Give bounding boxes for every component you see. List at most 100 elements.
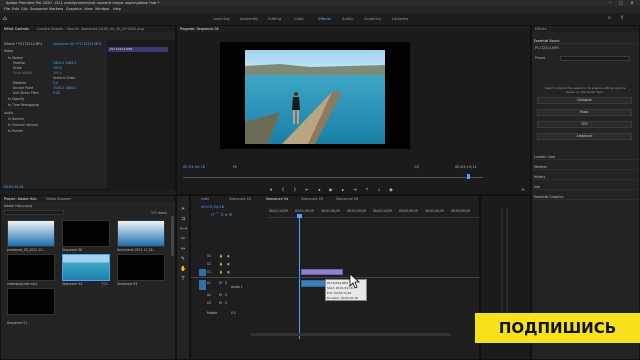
lumetri-color-row[interactable]: Lumetri Color — [533, 154, 638, 160]
prop-volume[interactable]: fx Volume — [8, 117, 24, 121]
tab-sequence-05[interactable]: Sequence 05 — [301, 196, 323, 202]
prop-scale-width-value[interactable]: 100.0 — [53, 71, 62, 75]
program-video-frame[interactable] — [220, 42, 410, 149]
program-resolution[interactable]: 1/4 — [414, 165, 419, 169]
prop-anti-flicker-value[interactable]: 0.00 — [53, 91, 60, 95]
tab-sequence-04[interactable]: Sequence 04 — [266, 196, 288, 202]
essential-sound-title[interactable]: Essential Sound — [533, 38, 638, 44]
track-v3[interactable]: V3 🔒 ◉ — [191, 253, 285, 260]
menu-view[interactable]: View — [84, 6, 93, 13]
mark-in-icon[interactable]: { — [280, 187, 286, 193]
workspace-learning[interactable]: Learning — [213, 16, 229, 22]
track-select-tool-icon[interactable]: ⇉ — [180, 216, 186, 222]
share-icon[interactable]: ⇪ — [620, 15, 624, 21]
effect-timeline-area[interactable] — [107, 40, 175, 190]
program-timecode-current[interactable]: 00;03;34;16 — [183, 165, 205, 169]
track-v1-eye-icon[interactable]: ◉ — [227, 270, 230, 274]
track-v2-lock-icon[interactable]: 🔒 — [219, 262, 223, 266]
menu-markers[interactable]: Markers — [49, 6, 63, 13]
menu-help[interactable]: Help — [113, 6, 121, 13]
project-thumb-2[interactable] — [117, 220, 165, 247]
subscribe-banner[interactable]: ПОДПИШИСЬ — [475, 313, 640, 343]
track-a1-target[interactable] — [199, 280, 206, 290]
pen-tool-icon[interactable]: ✎ — [180, 256, 186, 262]
ripple-edit-tool-icon[interactable]: ⟷ — [180, 226, 187, 232]
tab-sequence-06[interactable]: Sequence 06 — [336, 196, 358, 202]
tab-media-browser[interactable]: Media Browser — [46, 196, 71, 202]
project-thumb-1[interactable] — [62, 220, 110, 247]
timeline-horizontal-scrollbar[interactable] — [251, 333, 451, 336]
project-thumb-4[interactable] — [7, 254, 55, 281]
music-button[interactable]: Music — [537, 109, 632, 116]
menu-clip[interactable]: Clip — [21, 6, 28, 13]
prop-opacity[interactable]: fx Opacity — [8, 97, 24, 101]
home-icon[interactable]: ⌂ — [3, 15, 7, 22]
video-clip-v1[interactable] — [301, 269, 343, 275]
track-v1-target[interactable] — [199, 269, 206, 276]
track-a2-mute-icon[interactable]: M — [219, 293, 222, 297]
program-scrub-bar[interactable] — [183, 177, 483, 178]
track-a2[interactable]: A2 M S — [191, 292, 285, 299]
prop-scale-value[interactable]: 100.0 — [53, 66, 62, 70]
button-editor-icon[interactable]: + — [520, 187, 526, 193]
export-frame-icon[interactable]: ◉ — [388, 187, 394, 193]
workspace-assembly[interactable]: Assembly — [240, 16, 258, 22]
tab-effect-controls[interactable]: Effect Controls — [4, 26, 29, 32]
uniform-scale-checkbox[interactable]: Uniform Scale — [53, 76, 75, 80]
project-thumb-5[interactable] — [62, 254, 110, 281]
tab-project[interactable]: Project: Adobe Hub — [4, 196, 36, 202]
project-thumb-6[interactable] — [117, 254, 165, 281]
tab-ketki[interactable]: ketki — [201, 196, 209, 202]
prop-panner[interactable]: fx Panner — [8, 129, 23, 133]
track-a2-solo-icon[interactable]: S — [225, 293, 227, 297]
dialogue-button[interactable]: Dialogue — [537, 97, 632, 104]
menu-edit[interactable]: Edit — [12, 6, 19, 13]
tab-sequence-03[interactable]: Sequence 03 — [229, 196, 251, 202]
track-a3-mute-icon[interactable]: M — [219, 301, 222, 305]
project-thumb-0[interactable] — [7, 220, 55, 247]
step-forward-icon[interactable]: ▸ — [340, 187, 346, 193]
step-back-icon[interactable]: ◂ — [316, 187, 322, 193]
prop-time-remapping[interactable]: fx Time Remapping — [8, 103, 39, 107]
markers-row[interactable]: Markers — [533, 164, 638, 170]
project-thumb-7[interactable] — [7, 288, 55, 315]
tab-lumetri-scopes[interactable]: Lumetri Scopes — [37, 26, 63, 32]
essential-graphics-row[interactable]: Essential Graphics — [533, 194, 638, 200]
prop-motion[interactable]: fx Motion — [8, 56, 23, 60]
timeline-timecode[interactable]: 00;03;34;16 — [201, 205, 224, 209]
workspace-effects[interactable]: Effects — [318, 16, 331, 22]
go-to-out-icon[interactable]: ⇥ — [352, 187, 358, 193]
selection-tool-icon[interactable]: ➤ — [180, 206, 186, 212]
hand-tool-icon[interactable]: ✋ — [180, 266, 186, 272]
mark-out-icon[interactable]: } — [292, 187, 298, 193]
track-v1[interactable]: V1 🔒 ◉ — [191, 269, 285, 276]
preset-dropdown[interactable] — [560, 56, 630, 61]
workspace-libraries[interactable]: Libraries — [392, 16, 408, 22]
go-to-in-icon[interactable]: ⇤ — [304, 187, 310, 193]
project-scrollbar[interactable] — [171, 216, 174, 256]
playhead-handle[interactable] — [297, 214, 302, 218]
tab-effects[interactable]: Effects — [535, 26, 547, 32]
sfx-button[interactable]: SFX — [537, 121, 632, 128]
workspace-color[interactable]: Color — [294, 16, 304, 22]
history-row[interactable]: History — [533, 174, 638, 180]
program-playhead[interactable] — [467, 174, 470, 179]
track-v3-lock-icon[interactable]: 🔒 — [219, 254, 223, 258]
track-v1-lock-icon[interactable]: 🔒 — [219, 270, 223, 274]
sequence-clip-label[interactable]: Sequence 04 * P1172514.MP4 — [53, 42, 105, 46]
track-a3-solo-icon[interactable]: S — [225, 301, 227, 305]
lift-icon[interactable]: ⇡ — [364, 187, 370, 193]
razor-tool-icon[interactable]: ✂ — [180, 236, 186, 242]
master-value[interactable]: 0.0 — [231, 311, 236, 315]
workspace-audio[interactable]: Audio — [342, 16, 353, 22]
track-v2-eye-icon[interactable]: ◉ — [227, 262, 230, 266]
track-v3-eye-icon[interactable]: ◉ — [227, 254, 230, 258]
effect-controls-timecode[interactable]: 00;03;34;16 — [4, 185, 23, 189]
master-clip-label[interactable]: Master * P1172514.MP4 — [4, 42, 52, 46]
menu-window[interactable]: Window — [95, 6, 109, 13]
project-search-input[interactable] — [4, 210, 64, 215]
extract-icon[interactable]: ⇣ — [376, 187, 382, 193]
prop-channel-volume[interactable]: fx Channel Volume — [8, 123, 38, 127]
menu-file[interactable]: File — [4, 6, 10, 13]
program-fit-dropdown[interactable]: Fit — [233, 165, 237, 169]
